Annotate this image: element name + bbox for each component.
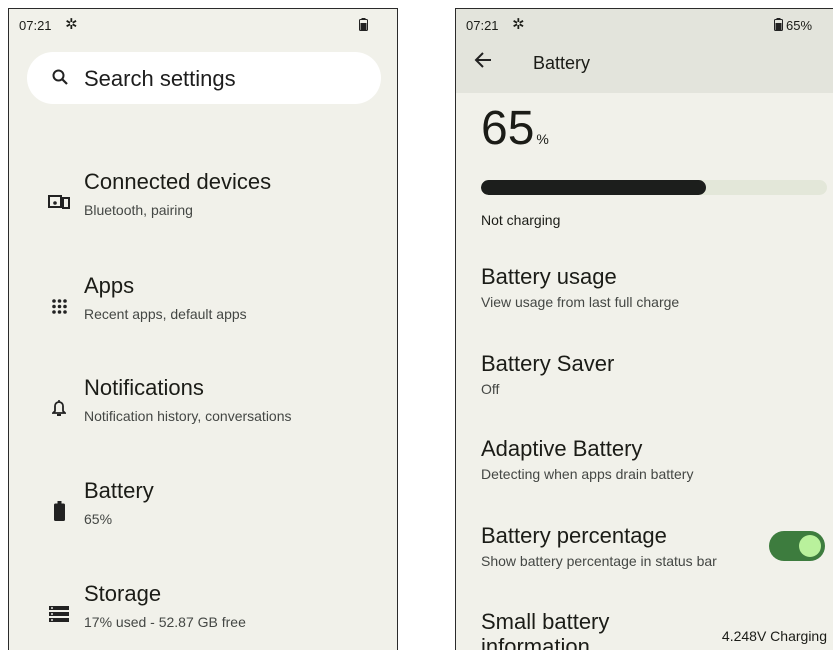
settings-item-battery[interactable]: Battery 65%	[9, 478, 397, 542]
battery-level: 65%	[481, 104, 549, 154]
apps-grid-icon	[47, 295, 71, 317]
status-bar: 07:21 ✲ 65%	[456, 9, 833, 43]
item-subtitle: 17% used - 52.87 GB free	[84, 614, 246, 630]
search-icon	[52, 69, 68, 85]
battery-usage-item[interactable]: Battery usage View usage from last full …	[481, 264, 833, 310]
item-subtitle: View usage from last full charge	[481, 294, 680, 310]
item-title: Battery usage	[481, 264, 617, 289]
bell-icon	[47, 397, 71, 419]
item-title: Storage	[84, 581, 162, 606]
adaptive-battery-item[interactable]: Adaptive Battery Detecting when apps dra…	[481, 436, 833, 482]
small-battery-info-item[interactable]: Small battery information	[481, 609, 691, 650]
item-title: Small battery information	[481, 609, 610, 650]
battery-progress-bar	[481, 180, 827, 195]
item-title: Notifications	[84, 375, 204, 400]
battery-icon	[774, 18, 783, 36]
item-subtitle: Detecting when apps drain battery	[481, 466, 694, 482]
item-title: Battery	[84, 478, 154, 503]
storage-icon	[47, 603, 71, 625]
settings-item-connected-devices[interactable]: Connected devices Bluetooth, pairing	[9, 169, 397, 233]
battery-level-value: 65	[481, 102, 535, 155]
settings-item-notifications[interactable]: Notifications Notification history, conv…	[9, 375, 397, 439]
page-title: Battery	[533, 53, 591, 73]
item-subtitle: Recent apps, default apps	[84, 306, 247, 322]
settings-screen: 07:21 ✲ Search settings Connected device…	[8, 8, 398, 650]
battery-level-unit: %	[536, 131, 549, 147]
item-subtitle: Off	[481, 381, 500, 397]
search-input[interactable]: Search settings	[27, 52, 381, 104]
status-battery-percent: 65%	[786, 18, 813, 33]
item-title: Apps	[84, 273, 135, 298]
battery-voltage-value: 4.248V Charging	[721, 628, 827, 644]
battery-icon	[359, 18, 368, 36]
search-placeholder: Search settings	[84, 66, 236, 91]
battery-screen: 07:21 ✲ 65% Battery 65% Not charging Bat…	[455, 8, 833, 650]
status-time: 07:21	[466, 18, 499, 33]
status-bar: 07:21 ✲	[9, 9, 397, 43]
gear-icon: ✲	[512, 16, 525, 33]
app-bar: 07:21 ✲ 65% Battery	[456, 9, 833, 93]
battery-percentage-toggle[interactable]	[769, 531, 825, 561]
status-time: 07:21	[19, 18, 52, 33]
item-subtitle: Bluetooth, pairing	[84, 202, 193, 218]
back-arrow-icon[interactable]	[474, 52, 492, 73]
battery-progress-fill	[481, 180, 706, 195]
item-title: Connected devices	[84, 169, 272, 194]
battery-icon	[47, 500, 71, 522]
gear-icon: ✲	[65, 16, 78, 33]
item-subtitle: 65%	[84, 511, 113, 527]
item-title: Adaptive Battery	[481, 436, 643, 461]
settings-item-apps[interactable]: Apps Recent apps, default apps	[9, 273, 397, 337]
settings-item-storage[interactable]: Storage 17% used - 52.87 GB free	[9, 581, 397, 645]
toggle-knob	[799, 535, 821, 557]
battery-saver-item[interactable]: Battery Saver Off	[481, 351, 833, 397]
connected-devices-icon	[47, 191, 71, 213]
item-title: Battery Saver	[481, 351, 615, 376]
item-subtitle: Notification history, conversations	[84, 408, 292, 424]
charging-status: Not charging	[481, 212, 561, 228]
